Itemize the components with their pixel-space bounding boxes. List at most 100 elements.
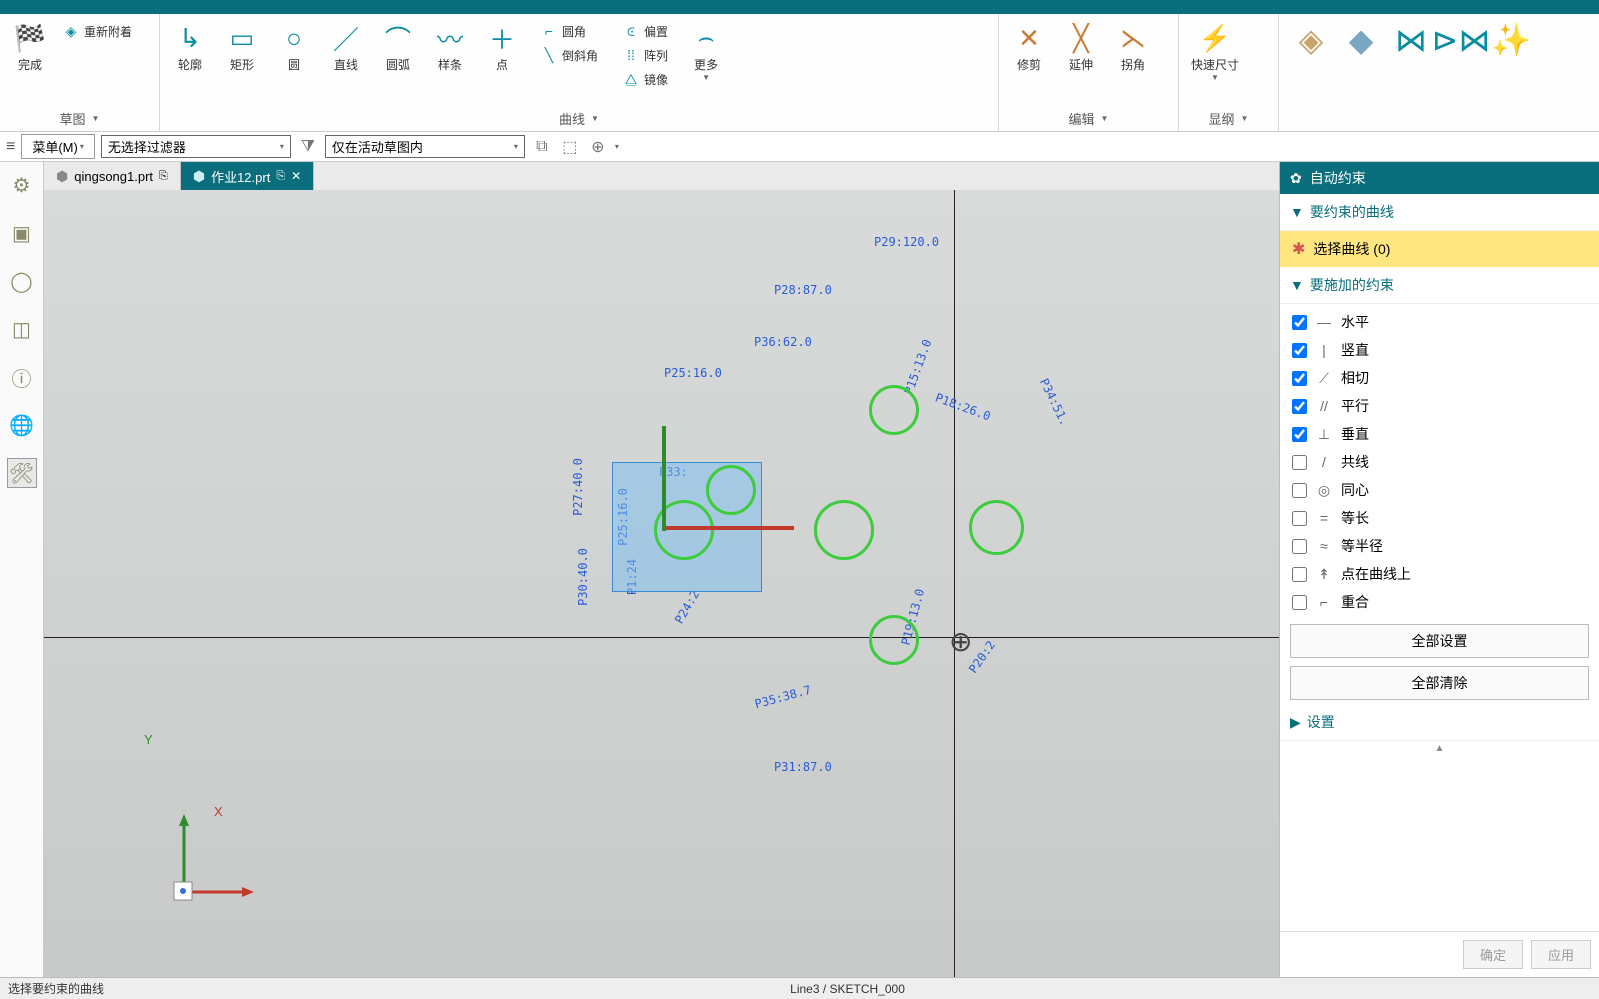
settings-section-header[interactable]: ▶ 设置: [1280, 704, 1599, 741]
sketch-circle[interactable]: [814, 500, 874, 560]
dim-p24[interactable]: P24:2: [672, 588, 702, 626]
title-bar: [0, 0, 1599, 14]
panel-header[interactable]: ✿ 自动约束: [1280, 162, 1599, 194]
info-icon[interactable]: ⓘ: [7, 362, 37, 392]
tool-icon-3[interactable]: ⋈: [1393, 22, 1429, 58]
constraint-point-on-curve[interactable]: ↟点在曲线上: [1280, 560, 1599, 588]
finish-label: 完成: [18, 56, 42, 73]
trim-button[interactable]: ✕修剪: [1003, 16, 1055, 77]
sketch-canvas[interactable]: P29:120.0 P28:87.0 P36:62.0 P25:16.0 P18…: [44, 190, 1279, 977]
constraint-equal-length[interactable]: =等长: [1280, 504, 1599, 532]
sketch-circle[interactable]: [869, 615, 919, 665]
box-icon[interactable]: ◫: [7, 314, 37, 344]
close-icon[interactable]: ✕: [291, 169, 301, 183]
edit-group-label[interactable]: 编辑▼: [1003, 106, 1174, 131]
sub-icon-2[interactable]: ⬚: [559, 136, 581, 158]
dim-p36[interactable]: P36:62.0: [754, 335, 812, 349]
pattern-button[interactable]: ⁞⁞阵列: [616, 44, 674, 66]
corner-button[interactable]: ⋋拐角: [1107, 16, 1159, 77]
dim-p30[interactable]: P30:40.0: [576, 548, 590, 606]
gear-icon[interactable]: ⚙: [7, 170, 37, 200]
point-button[interactable]: ＋点: [476, 16, 528, 77]
sub-icon-1[interactable]: ⧉: [531, 136, 553, 158]
filter-combo[interactable]: 无选择过滤器▾: [101, 135, 291, 158]
hamburger-icon[interactable]: ≡: [6, 138, 15, 156]
fillet-button[interactable]: ⌐圆角: [534, 20, 604, 42]
vertical-icon: |: [1315, 342, 1333, 358]
x-axis-arrow: [664, 526, 794, 530]
pattern-icon: ⁞⁞: [622, 46, 640, 64]
concentric-icon: ◎: [1315, 482, 1333, 499]
corner-icon: ⋋: [1115, 20, 1151, 56]
clear-all-button[interactable]: 全部清除: [1290, 666, 1589, 700]
sketch-circle[interactable]: [969, 500, 1024, 555]
dim-p34[interactable]: P34:51.: [1037, 376, 1072, 428]
constraint-collinear[interactable]: /共线: [1280, 448, 1599, 476]
view-triad[interactable]: Y X: [134, 812, 254, 917]
dim-p27[interactable]: P27:40.0: [571, 458, 585, 516]
circle-button[interactable]: ○圆: [268, 16, 320, 77]
dim-p25_16[interactable]: P25:16.0: [664, 366, 722, 380]
globe-icon[interactable]: 🌐: [7, 410, 37, 440]
sub-dropdown[interactable]: ▾: [615, 142, 619, 151]
equal-radius-icon: ≈: [1315, 538, 1333, 554]
spline-button[interactable]: 〰样条: [424, 16, 476, 77]
reattach-button[interactable]: ◈ 重新附着: [56, 20, 138, 42]
dimension-group-label[interactable]: 显纲▼: [1183, 106, 1274, 131]
more-curves-button[interactable]: ⌢更多▼: [680, 16, 732, 86]
constraint-coincident[interactable]: ⌐重合: [1280, 588, 1599, 616]
dim-p28[interactable]: P28:87.0: [774, 283, 832, 297]
scope-combo[interactable]: 仅在活动草图内▾: [325, 135, 525, 158]
tool-icon-1[interactable]: ◈: [1293, 22, 1329, 58]
tool-icon-4[interactable]: ⊳⋈: [1443, 22, 1479, 58]
constraint-equal-radius[interactable]: ≈等半径: [1280, 532, 1599, 560]
rectangle-button[interactable]: ▭矩形: [216, 16, 268, 77]
rapid-dim-button[interactable]: ⚡快速尺寸▼: [1183, 16, 1247, 86]
funnel-icon[interactable]: ⧩: [297, 136, 319, 158]
finish-button[interactable]: 🏁 完成: [4, 16, 56, 77]
ring-icon[interactable]: ◯: [7, 266, 37, 296]
sketch-group-label[interactable]: 草图▼: [4, 106, 155, 131]
mirror-button[interactable]: ⧋镜像: [616, 68, 674, 90]
offset-button[interactable]: ⪽偏置: [616, 20, 674, 42]
set-all-button[interactable]: 全部设置: [1290, 624, 1589, 658]
dim-p18[interactable]: P18:26.0: [933, 391, 992, 424]
ok-button[interactable]: 确定: [1463, 940, 1523, 969]
cube-icon[interactable]: ▣: [7, 218, 37, 248]
chamfer-button[interactable]: ╲倒斜角: [534, 44, 604, 66]
perpendicular-icon: ⊥: [1315, 426, 1333, 443]
menu-button[interactable]: 菜单(M) ▾: [21, 134, 95, 159]
tools-icon[interactable]: 🛠: [7, 458, 37, 488]
extend-icon: ╳: [1063, 20, 1099, 56]
arc-button[interactable]: ⌒圆弧: [372, 16, 424, 77]
chevron-down-icon: ▼: [1290, 204, 1304, 220]
curves-section-header[interactable]: ▼ 要约束的曲线: [1280, 194, 1599, 231]
sketch-circle[interactable]: [869, 385, 919, 435]
curve-group-label[interactable]: 曲线▼: [164, 106, 994, 131]
collapse-handle[interactable]: ▲: [1280, 741, 1599, 756]
constraint-vertical[interactable]: |竖直: [1280, 336, 1599, 364]
sub-icon-3[interactable]: ⊕: [587, 136, 609, 158]
dim-p35[interactable]: P35:38.7: [753, 683, 812, 711]
profile-button[interactable]: ↳轮廓: [164, 16, 216, 77]
horizontal-axis: [44, 637, 1279, 638]
constraint-concentric[interactable]: ◎同心: [1280, 476, 1599, 504]
constraint-horizontal[interactable]: —水平: [1280, 308, 1599, 336]
constraints-section-header[interactable]: ▼ 要施加的约束: [1280, 267, 1599, 304]
tangent-icon: ⟋: [1315, 370, 1333, 387]
dim-p31[interactable]: P31:87.0: [774, 760, 832, 774]
constraint-tangent[interactable]: ⟋相切: [1280, 364, 1599, 392]
tool-icon-2[interactable]: ◆: [1343, 22, 1379, 58]
constraint-parallel[interactable]: //平行: [1280, 392, 1599, 420]
sketch-circle[interactable]: [706, 465, 756, 515]
constraint-perpendicular[interactable]: ⊥垂直: [1280, 420, 1599, 448]
extend-button[interactable]: ╳延伸: [1055, 16, 1107, 77]
dim-p29[interactable]: P29:120.0: [874, 235, 939, 249]
select-curve-row[interactable]: ✱ 选择曲线 (0): [1280, 231, 1599, 267]
tab-zuoye12[interactable]: ⬢ 作业12.prt ⎘ ✕: [181, 162, 314, 190]
tab-qingsong1[interactable]: ⬢ qingsong1.prt ⎘: [44, 162, 181, 190]
apply-button[interactable]: 应用: [1531, 940, 1591, 969]
line-button[interactable]: ／直线: [320, 16, 372, 77]
arc-icon: ⌒: [380, 20, 416, 56]
tool-icon-5[interactable]: ✨: [1493, 22, 1529, 58]
